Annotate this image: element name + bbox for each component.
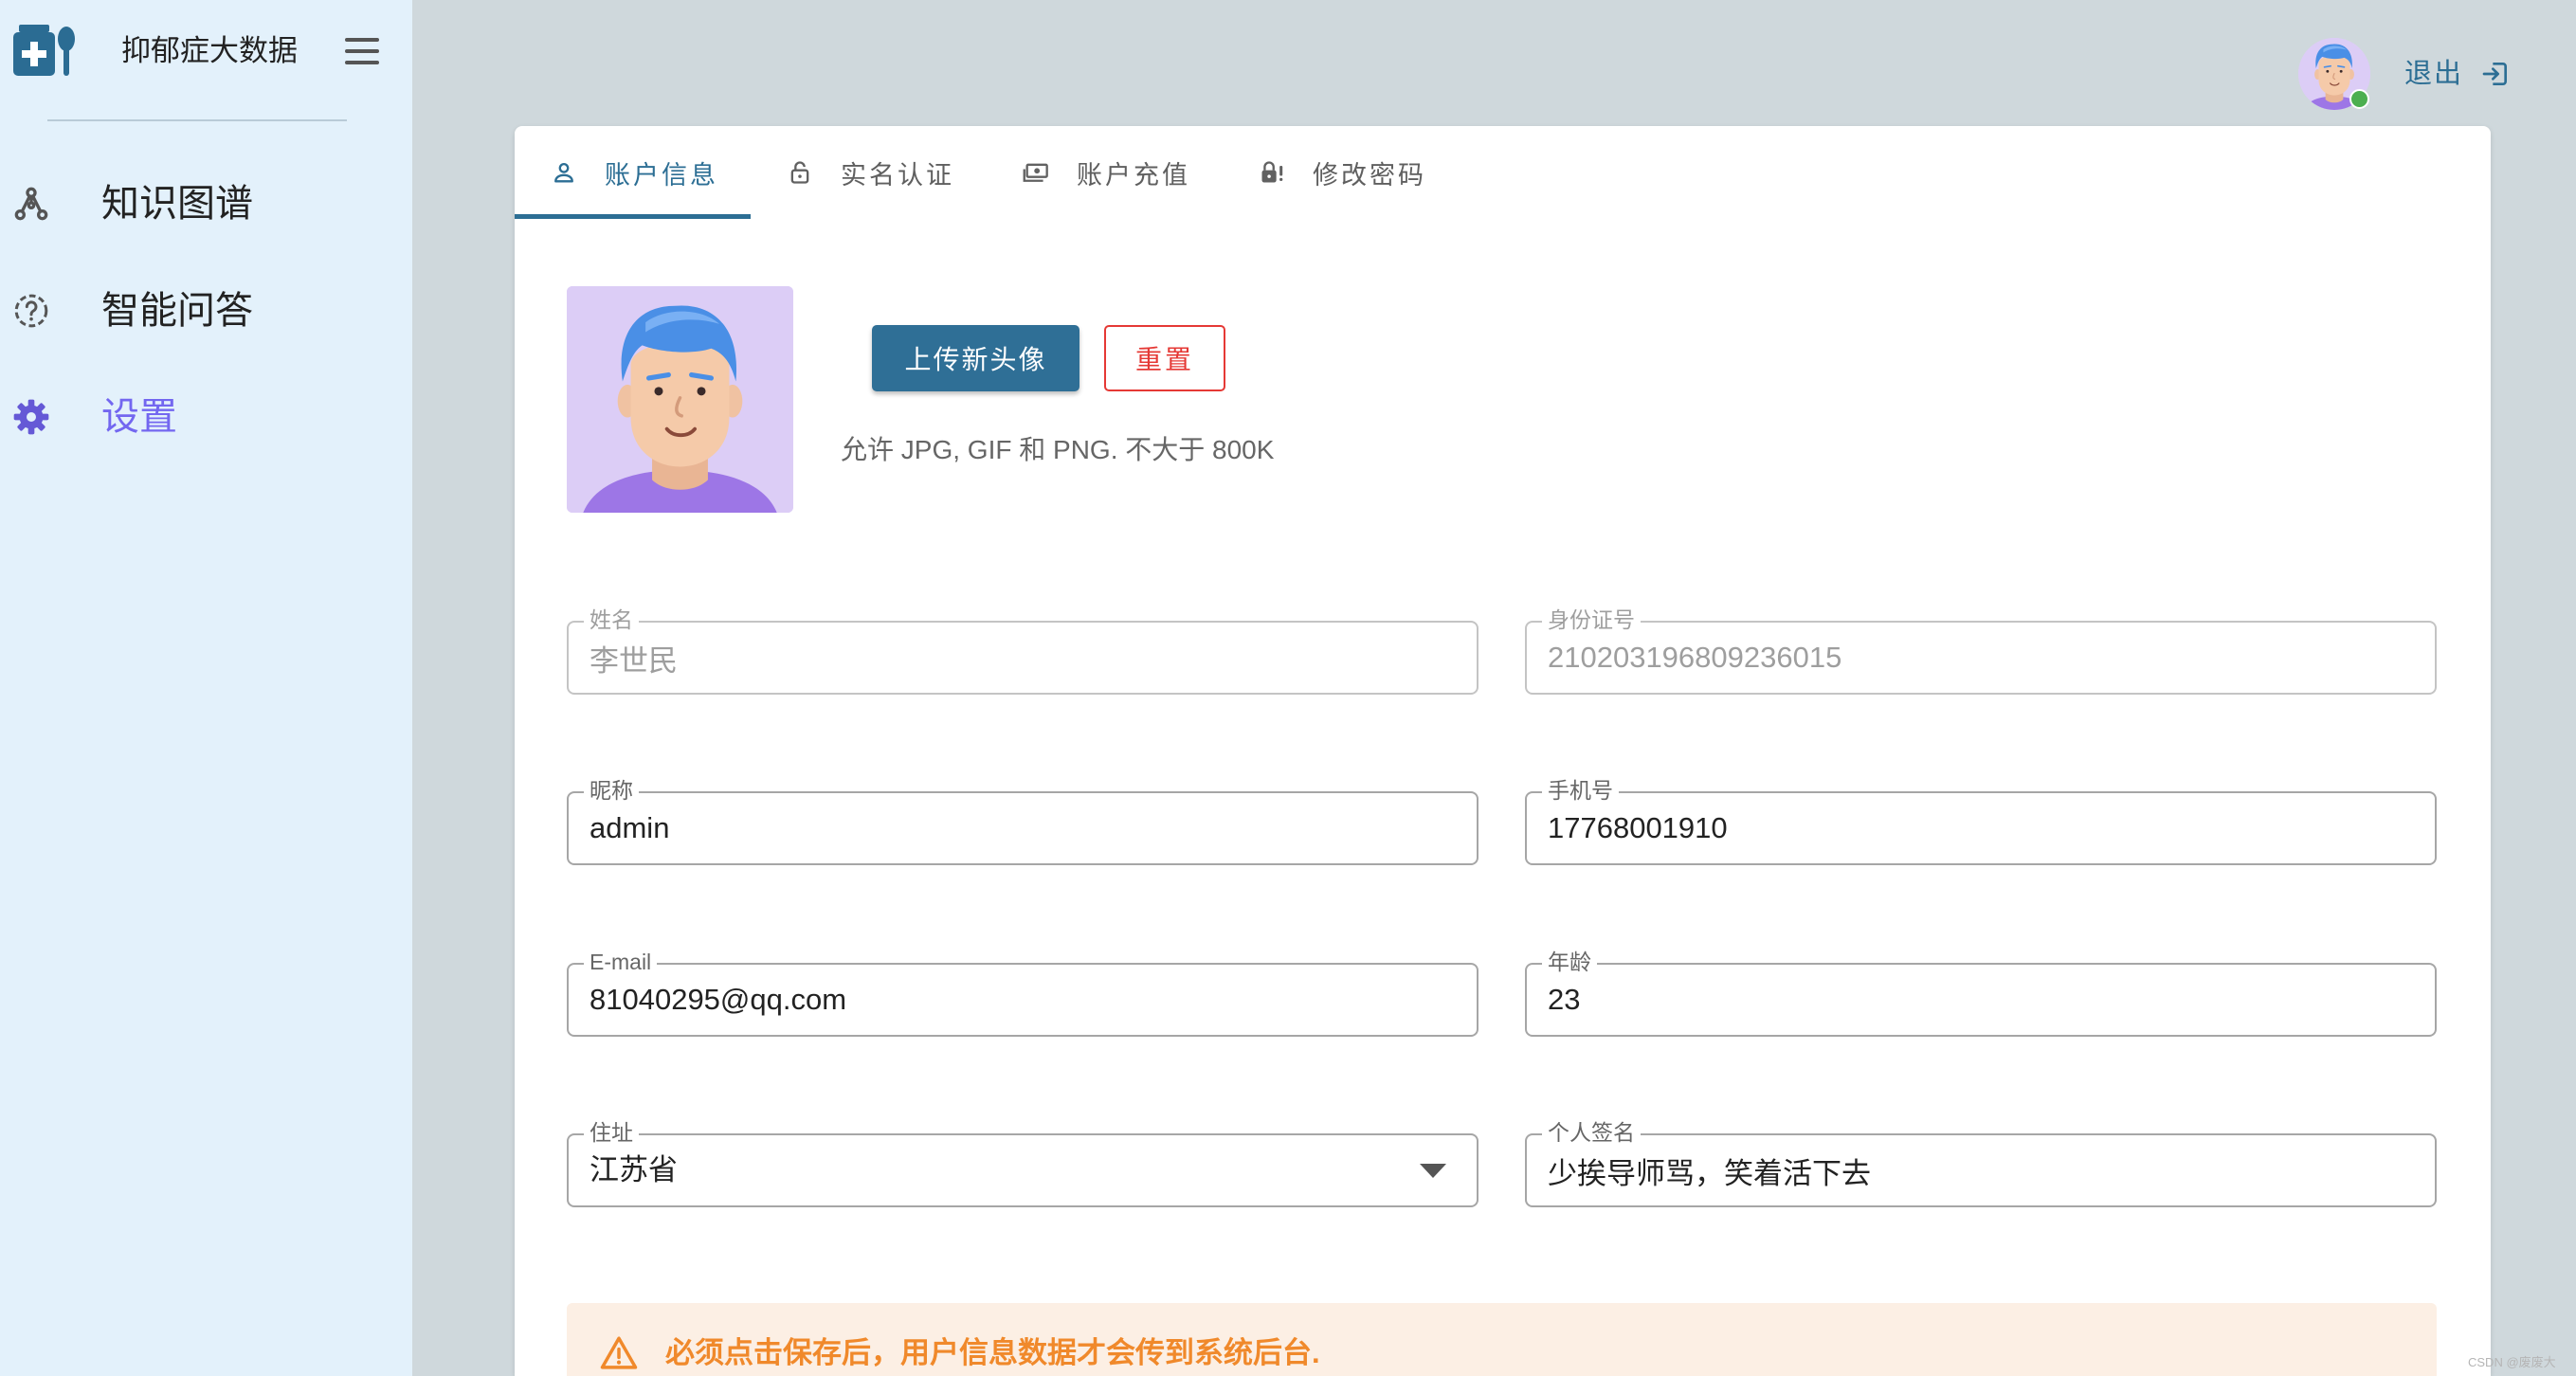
lock-alert-icon [1261, 161, 1283, 183]
lock-open-icon [790, 161, 809, 184]
tab-label: 账户信息 [605, 160, 718, 190]
settings-tabs: 账户信息 实名认证 账户充值 修改密码 [515, 126, 1459, 219]
sidebar-item-knowledge-graph[interactable]: 知识图谱 [0, 161, 412, 246]
sidebar: 抑郁症大数据 知识图谱 智能问答 设置 [0, 0, 412, 1376]
tab-label: 账户充值 [1077, 160, 1190, 190]
address-value: 江苏省 [590, 1153, 678, 1186]
account-settings-card: 账户信息 实名认证 账户充值 修改密码 上传新头像 重置 允许 JPG, GIF… [515, 126, 2491, 1376]
tab-real-name[interactable]: 实名认证 [751, 126, 987, 219]
sidebar-item-label: 智能问答 [101, 290, 253, 332]
sidebar-item-label: 设置 [101, 396, 177, 438]
email-field: E-mail [567, 950, 1478, 1037]
question-circle-icon [14, 294, 48, 328]
tab-change-password[interactable]: 修改密码 [1223, 126, 1459, 219]
hamburger-icon[interactable] [343, 36, 381, 66]
sidebar-item-settings[interactable]: 设置 [0, 374, 412, 460]
phone-input[interactable] [1548, 793, 2401, 863]
avatar-upload-hint: 允许 JPG, GIF 和 PNG. 不大于 800K [841, 435, 1275, 464]
sidebar-item-label: 知识图谱 [101, 183, 253, 225]
tab-label: 修改密码 [1313, 160, 1426, 190]
address-select[interactable]: 住址 江苏省 [567, 1120, 1478, 1207]
tab-recharge[interactable]: 账户充值 [987, 126, 1223, 219]
sidebar-item-smart-qa[interactable]: 智能问答 [0, 268, 412, 353]
name-input [590, 623, 1442, 693]
logout-button[interactable]: 退出 [2404, 55, 2511, 93]
logout-icon [2482, 63, 2508, 85]
signature-input[interactable] [1548, 1135, 2401, 1205]
save-warning-alert: 必须点击保存后，用户信息数据才会传到系统后台. [567, 1303, 2437, 1376]
nickname-input[interactable] [590, 793, 1442, 863]
watermark: CSDN @废废大 [2468, 1355, 2556, 1369]
app-title: 抑郁症大数据 [121, 34, 298, 67]
tab-account-info[interactable]: 账户信息 [515, 126, 751, 219]
id-number-field: 身份证号 [1525, 607, 2437, 695]
cash-icon [1023, 163, 1048, 182]
profile-avatar-image [567, 286, 793, 513]
nickname-field: 昵称 [567, 778, 1478, 865]
person-icon [554, 162, 573, 183]
age-input[interactable] [1548, 965, 2401, 1035]
age-field: 年龄 [1525, 950, 2437, 1037]
id-number-input [1548, 623, 2401, 693]
alert-text: 必须点击保存后，用户信息数据才会传到系统后台. [665, 1336, 1320, 1369]
medical-kit-spoon-icon[interactable] [13, 23, 76, 78]
signature-field: 个人签名 [1525, 1120, 2437, 1207]
graph-icon [14, 187, 48, 221]
phone-field: 手机号 [1525, 778, 2437, 865]
gear-icon [13, 399, 49, 435]
logout-label: 退出 [2404, 59, 2464, 89]
email-input[interactable] [590, 965, 1442, 1035]
tab-label: 实名认证 [841, 160, 954, 190]
online-status-dot [2349, 89, 2369, 109]
name-field: 姓名 [567, 607, 1478, 695]
sidebar-divider [47, 119, 347, 121]
reset-avatar-button[interactable]: 重置 [1104, 325, 1225, 391]
upload-avatar-button[interactable]: 上传新头像 [872, 325, 1079, 391]
chevron-down-icon[interactable] [1420, 1164, 1446, 1178]
warning-icon [600, 1336, 638, 1369]
